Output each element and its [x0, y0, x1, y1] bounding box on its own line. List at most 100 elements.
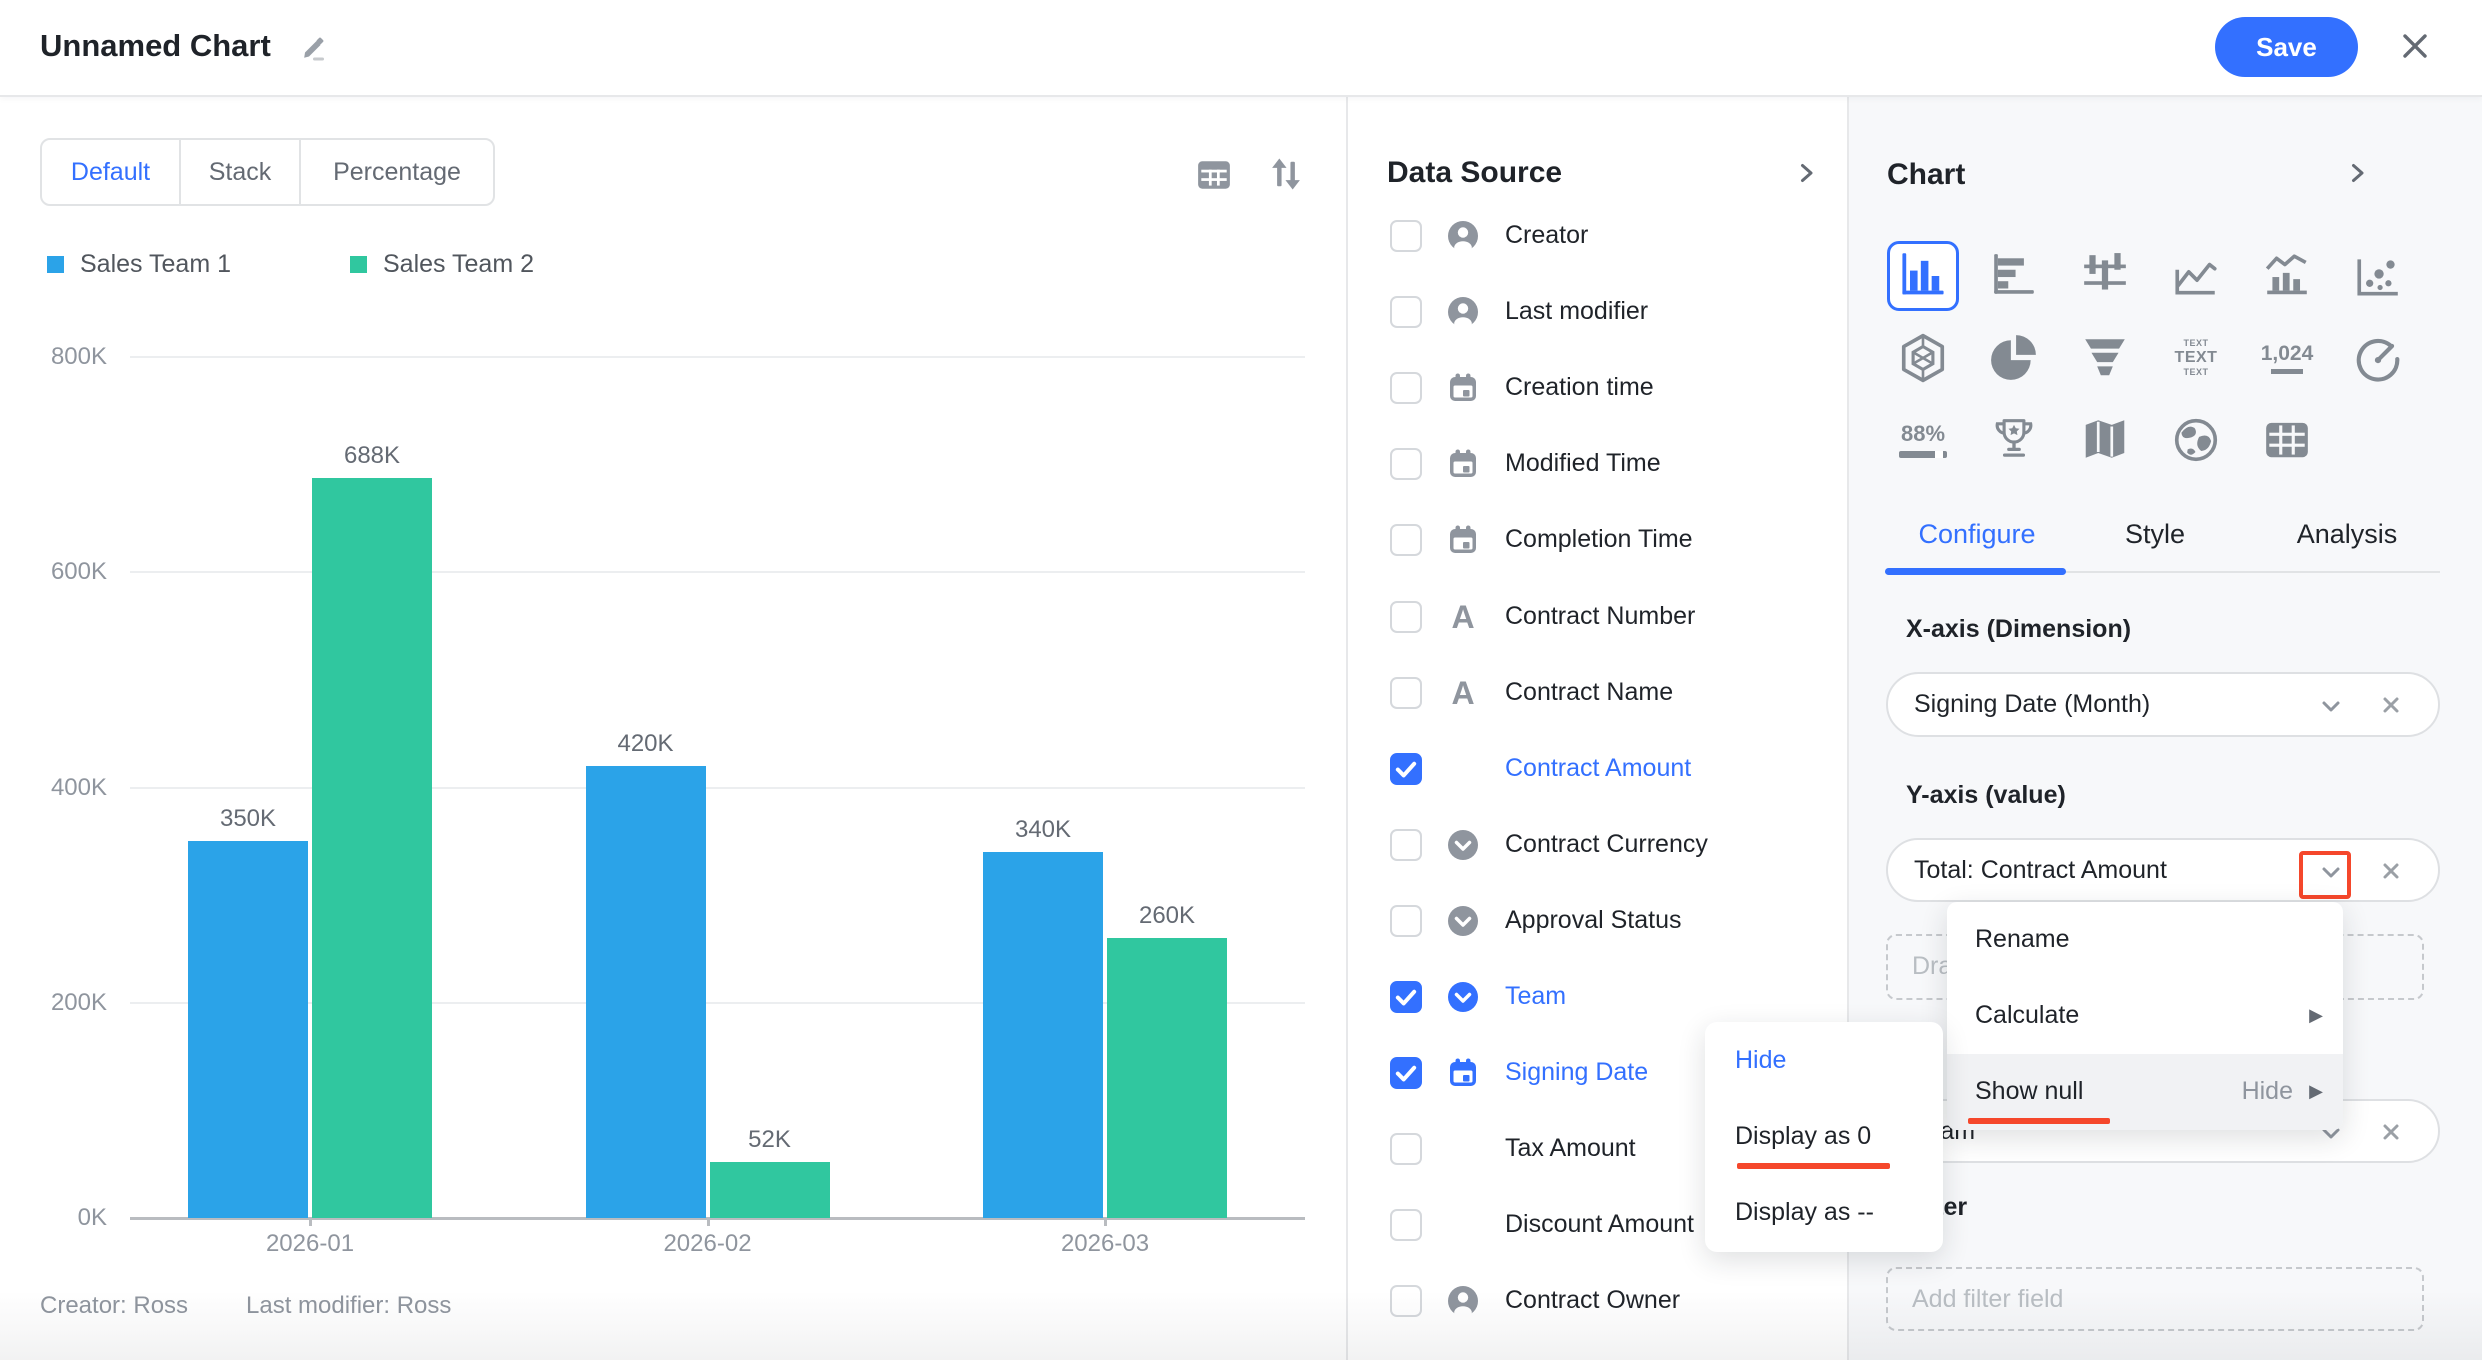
field-row-modified-time[interactable]: Modified Time — [1390, 443, 1830, 487]
menu-item-label: Rename — [1975, 925, 2070, 954]
field-row-contract-number[interactable]: AContract Number — [1390, 596, 1830, 640]
active-tab-indicator — [1885, 568, 2066, 575]
remove-field-icon[interactable] — [2380, 860, 2402, 882]
y-axis-tick-label: 800K — [30, 343, 107, 371]
chart-type-table-icon[interactable] — [2260, 413, 2314, 467]
field-row-contract-name[interactable]: AContract Name — [1390, 672, 1830, 716]
tab-style[interactable]: Style — [2125, 519, 2185, 550]
bar-sales-team-2-2026-02 — [710, 1162, 830, 1218]
field-row-team[interactable]: Team — [1390, 976, 1830, 1020]
header: Unnamed Chart Save — [0, 0, 2482, 97]
legend-item-sales-team-2[interactable]: Sales Team 2 — [350, 250, 534, 279]
legend-item-sales-team-1[interactable]: Sales Team 1 — [47, 250, 231, 279]
submenu-item-hide[interactable]: Hide — [1705, 1023, 1943, 1099]
checkbox-contract-name[interactable] — [1390, 677, 1422, 709]
data-table-icon[interactable] — [1196, 157, 1232, 193]
field-row-contract-owner[interactable]: Contract Owner — [1390, 1280, 1830, 1324]
x-axis-section-label: X-axis (Dimension) — [1906, 615, 2131, 644]
field-row-approval-status[interactable]: Approval Status — [1390, 900, 1830, 944]
view-tab-percentage[interactable]: Percentage — [301, 140, 493, 204]
checkbox-tax-amount[interactable] — [1390, 1133, 1422, 1165]
checkbox-creator[interactable] — [1390, 220, 1422, 252]
collapse-chart-icon[interactable] — [2344, 160, 2370, 186]
checkbox-contract-number[interactable] — [1390, 601, 1422, 633]
checkbox-last-modifier[interactable] — [1390, 296, 1422, 328]
field-label: Contract Amount — [1505, 754, 1691, 783]
checkbox-contract-amount[interactable] — [1390, 753, 1422, 785]
menu-item-rename[interactable]: Rename — [1947, 902, 2343, 978]
chart-type-column-icon[interactable] — [1896, 249, 1950, 303]
field-label: Approval Status — [1505, 906, 1682, 935]
remove-field-icon[interactable] — [2380, 694, 2402, 716]
select-field-icon — [1447, 905, 1479, 937]
sort-icon[interactable] — [1266, 154, 1306, 194]
field-label: Last modifier — [1505, 297, 1648, 326]
remove-field-icon[interactable] — [2380, 1121, 2402, 1143]
field-label: Contract Owner — [1505, 1286, 1680, 1315]
y-axis-field-pill[interactable]: Total: Contract Amount — [1886, 838, 2440, 902]
checkbox-completion-time[interactable] — [1390, 524, 1422, 556]
collapse-data-source-icon[interactable] — [1793, 160, 1819, 186]
checkbox-creation-time[interactable] — [1390, 372, 1422, 404]
checkbox-discount-amount[interactable] — [1390, 1209, 1422, 1241]
field-row-creation-time[interactable]: Creation time — [1390, 367, 1830, 411]
person-field-icon — [1447, 1285, 1479, 1317]
field-row-contract-amount[interactable]: 6Contract Amount — [1390, 748, 1830, 792]
checkbox-contract-currency[interactable] — [1390, 829, 1422, 861]
menu-item-calculate[interactable]: Calculate▶ — [1947, 978, 2343, 1054]
field-row-last-modifier[interactable]: Last modifier — [1390, 291, 1830, 335]
x-axis-tick-label: 2026-03 — [1061, 1230, 1149, 1258]
modifier-footer: Last modifier: Ross — [246, 1292, 451, 1320]
checkbox-team[interactable] — [1390, 981, 1422, 1013]
field-row-completion-time[interactable]: Completion Time — [1390, 519, 1830, 563]
chart-type-bidirectional-icon[interactable] — [2078, 249, 2132, 303]
y-axis-tick-label: 600K — [30, 558, 107, 586]
save-button[interactable]: Save — [2215, 17, 2358, 77]
tab-configure[interactable]: Configure — [1918, 519, 2035, 550]
annotation-underline — [1737, 1163, 1890, 1169]
checkbox-modified-time[interactable] — [1390, 448, 1422, 480]
chart-type-text-icon[interactable]: TEXTTEXTTEXT — [2169, 331, 2223, 385]
bar-sales-team-1-2026-01 — [188, 841, 308, 1218]
bar-sales-team-1-2026-03 — [983, 852, 1103, 1218]
bar-sales-team-2-2026-03 — [1107, 938, 1227, 1218]
checkbox-approval-status[interactable] — [1390, 905, 1422, 937]
chart-type-funnel-icon[interactable] — [2078, 331, 2132, 385]
field-row-creator[interactable]: Creator — [1390, 215, 1830, 259]
chart-type-radar-icon[interactable] — [1896, 331, 1950, 385]
checkbox-signing-date[interactable] — [1390, 1057, 1422, 1089]
person-field-icon — [1447, 296, 1479, 328]
close-icon[interactable] — [2398, 29, 2432, 63]
chart-type-number-icon[interactable]: 1,024 — [2260, 331, 2314, 385]
field-label: Creation time — [1505, 373, 1654, 402]
chart-type-globe-icon[interactable] — [2169, 413, 2223, 467]
y-gridline — [130, 571, 1305, 573]
chart-type-combo-icon[interactable] — [2260, 249, 2314, 303]
calendar-field-icon — [1447, 524, 1479, 556]
filter-drop-zone[interactable]: Add filter field — [1886, 1267, 2424, 1331]
chart-type-scatter-icon[interactable] — [2351, 249, 2405, 303]
tab-analysis[interactable]: Analysis — [2297, 519, 2398, 550]
bar-sales-team-2-2026-01 — [312, 478, 432, 1218]
chart-type-gauge-icon[interactable] — [2351, 331, 2405, 385]
chart-type-percent-icon[interactable]: 88% — [1896, 413, 1950, 467]
x-axis-field-pill[interactable]: Signing Date (Month) — [1886, 672, 2440, 737]
edit-title-icon[interactable] — [300, 33, 328, 61]
chart-type-line-icon[interactable] — [2169, 249, 2223, 303]
chart-type-rank-icon[interactable] — [1987, 413, 2041, 467]
chart-type-pie-icon[interactable] — [1987, 331, 2041, 385]
chart-type-bar-icon[interactable] — [1987, 249, 2041, 303]
checkbox-contract-owner[interactable] — [1390, 1285, 1422, 1317]
view-tab-default[interactable]: Default — [42, 140, 181, 204]
calendar-field-icon — [1447, 372, 1479, 404]
field-row-contract-currency[interactable]: Contract Currency — [1390, 824, 1830, 868]
submenu-item-display-as[interactable]: Display as -- — [1705, 1175, 1943, 1251]
view-tab-stack[interactable]: Stack — [181, 140, 301, 204]
bar-value-label: 52K — [748, 1126, 791, 1154]
chart-type-map-icon[interactable] — [2078, 413, 2132, 467]
y-axis-tick-label: 400K — [30, 774, 107, 802]
chevron-down-icon[interactable] — [2320, 695, 2342, 717]
submenu-item-label: Display as -- — [1735, 1198, 1874, 1227]
select-field-icon — [1447, 829, 1479, 861]
field-label: Contract Name — [1505, 678, 1673, 707]
